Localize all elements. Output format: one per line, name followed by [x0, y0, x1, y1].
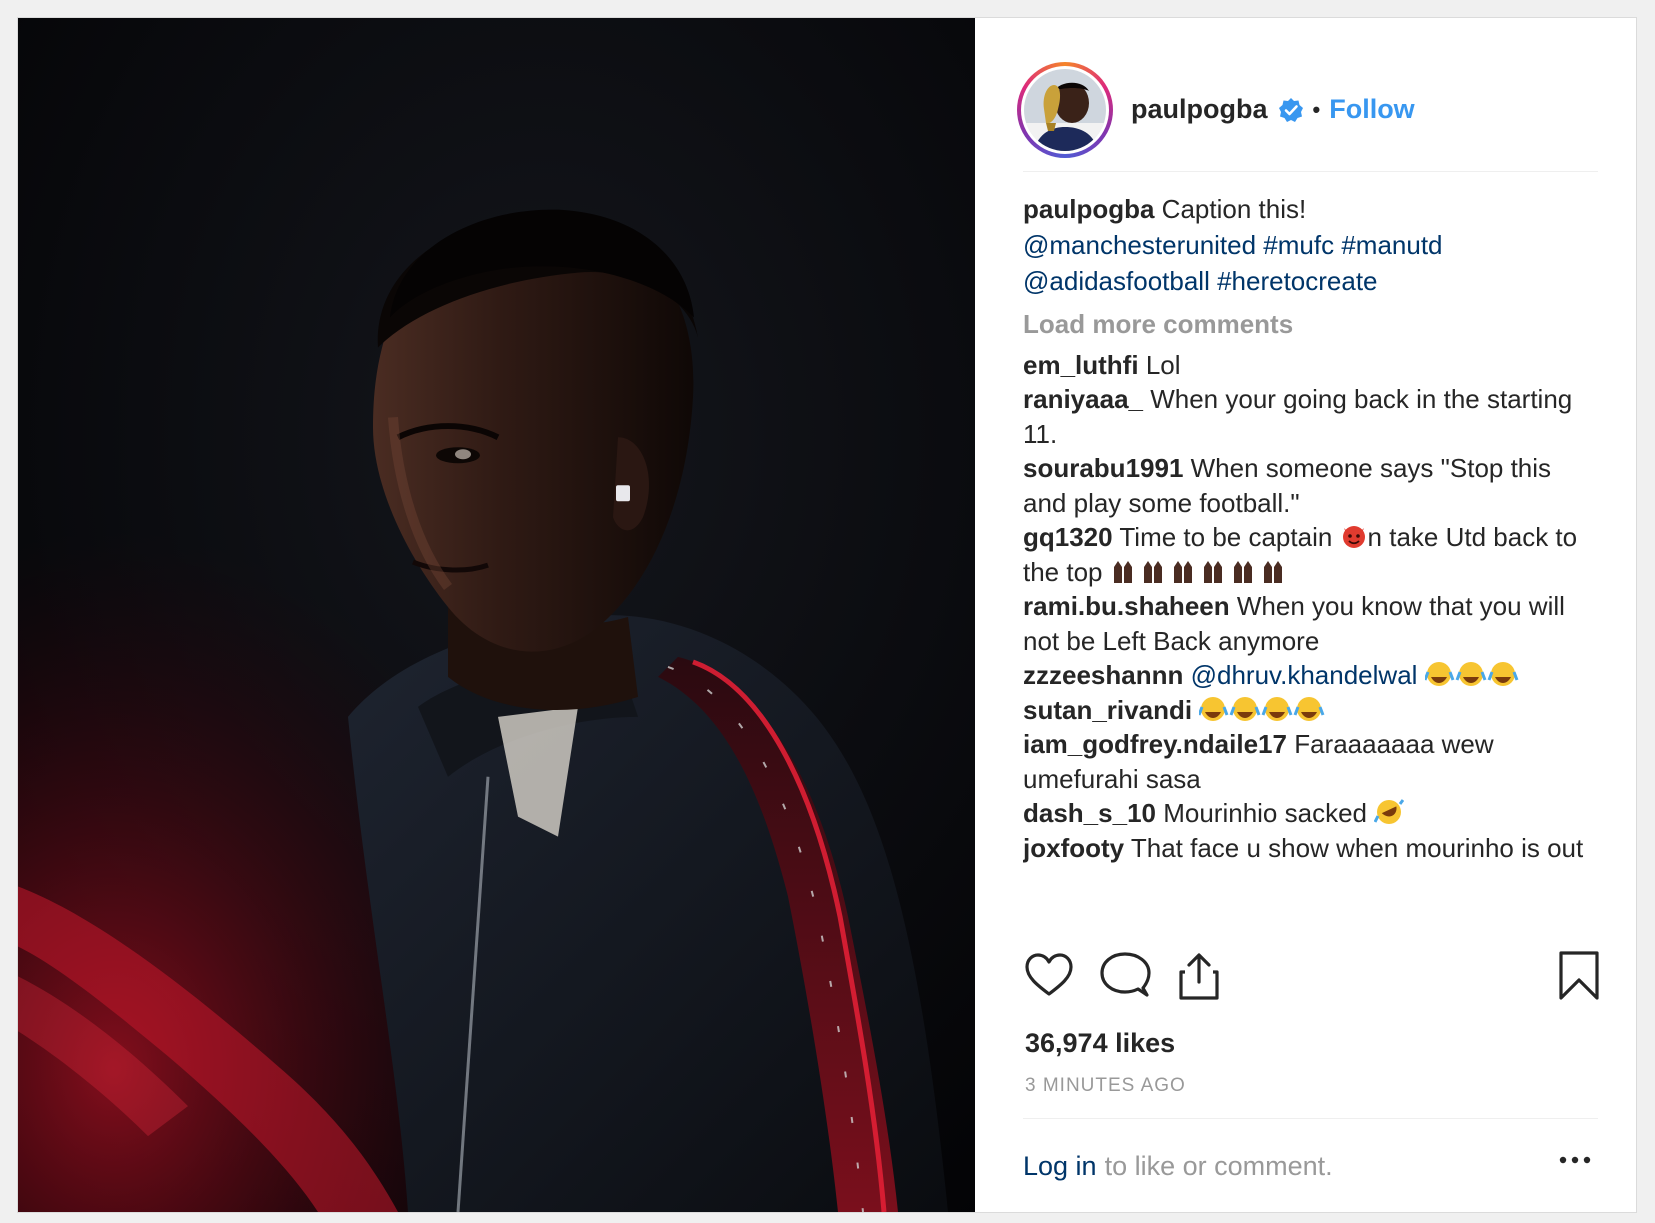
- comment-text: Time to be captain: [1119, 522, 1333, 552]
- comment-username[interactable]: dash_s_10: [1023, 798, 1156, 828]
- avatar-story-ring[interactable]: [1017, 61, 1113, 158]
- caption-text: Caption this!: [1161, 194, 1307, 224]
- comment: raniyaaa_ When your going back in the st…: [1023, 382, 1593, 451]
- comment-username[interactable]: rami.bu.shaheen: [1023, 591, 1230, 621]
- tears-of-joy-emoji-icon: [1424, 662, 1519, 686]
- comment-username[interactable]: sutan_rivandi: [1023, 695, 1192, 725]
- raised-hands-emoji-icon: [1113, 560, 1282, 583]
- share-button[interactable]: [1173, 950, 1225, 1002]
- post-photo: [18, 18, 975, 1212]
- verified-badge-icon: [1278, 97, 1303, 122]
- comment: iam_godfrey.ndaile17 Faraaaaaaa wew umef…: [1023, 727, 1593, 796]
- more-options-icon[interactable]: [1558, 1155, 1592, 1165]
- instagram-post: paulpogba • Follow paulpogba Caption thi…: [17, 17, 1637, 1213]
- comment-mention[interactable]: @dhruv.khandelwal: [1191, 660, 1418, 690]
- separator-dot: •: [1312, 96, 1321, 122]
- comment-username[interactable]: iam_godfrey.ndaile17: [1023, 729, 1287, 759]
- comment-text: Lol: [1145, 349, 1181, 380]
- post-caption: paulpogba Caption this! @manchesterunite…: [1023, 191, 1593, 299]
- comment: em_luthfi Lol: [1023, 348, 1593, 383]
- comments-list[interactable]: paulpogba Caption this! @manchesterunite…: [1023, 191, 1593, 939]
- caption-mentions-line[interactable]: @manchesterunited #mufc #manutd: [1023, 230, 1443, 260]
- avatar: [1024, 68, 1106, 151]
- post-username[interactable]: paulpogba: [1131, 94, 1268, 125]
- share-icon: [1179, 953, 1219, 1000]
- comment: gq1320 Time to be captain n take Utd bac…: [1023, 520, 1593, 589]
- comment: joxfooty That face u show when mourinho …: [1023, 831, 1593, 866]
- load-more-comments-button[interactable]: Load more comments: [1023, 307, 1593, 342]
- comment-username[interactable]: em_luthfi: [1023, 350, 1139, 380]
- login-footer: Log in to like or comment.: [1023, 1118, 1598, 1213]
- rolling-laughing-emoji-icon: [1374, 799, 1405, 824]
- login-link[interactable]: Log in: [1023, 1151, 1097, 1182]
- caption-username[interactable]: paulpogba: [1023, 194, 1154, 224]
- save-button[interactable]: [1553, 950, 1605, 1002]
- comment-username[interactable]: joxfooty: [1023, 833, 1124, 863]
- follow-button[interactable]: Follow: [1329, 94, 1414, 125]
- portrait-image: [18, 18, 975, 1212]
- post-timestamp[interactable]: 3 MINUTES AGO: [1025, 1075, 1186, 1097]
- comment-text: That face u show when mourinho is out: [1130, 832, 1584, 863]
- tears-of-joy-emoji-icon: [1199, 696, 1325, 721]
- post-header: paulpogba • Follow: [1017, 48, 1598, 172]
- action-bar: [1023, 950, 1599, 1010]
- comment-username[interactable]: zzzeeshannn: [1023, 660, 1183, 690]
- comment-icon: [1100, 952, 1151, 997]
- devil-emoji-icon: [1342, 526, 1365, 548]
- comment: rami.bu.shaheen When you know that you w…: [1023, 589, 1593, 658]
- login-prompt-text: to like or comment.: [1104, 1150, 1333, 1181]
- likes-count[interactable]: 36,974 likes: [1025, 1028, 1175, 1059]
- bookmark-icon: [1559, 951, 1599, 1000]
- like-button[interactable]: [1023, 950, 1075, 1002]
- comment-username[interactable]: sourabu1991: [1023, 453, 1183, 483]
- post-side-panel: paulpogba • Follow paulpogba Caption thi…: [975, 18, 1636, 1212]
- comment-username[interactable]: raniyaaa_: [1023, 384, 1143, 414]
- comment-username[interactable]: gq1320: [1023, 522, 1113, 552]
- heart-icon: [1025, 953, 1073, 996]
- comment: zzzeeshannn @dhruv.khandelwal: [1023, 658, 1593, 693]
- comment: sutan_rivandi: [1023, 693, 1593, 728]
- comment: sourabu1991 When someone says "Stop this…: [1023, 451, 1593, 520]
- comment: dash_s_10 Mourinhio sacked: [1023, 796, 1593, 831]
- caption-hashtags-line[interactable]: @adidasfootball #heretocreate: [1023, 266, 1378, 296]
- comment-button[interactable]: [1099, 950, 1151, 1002]
- comment-text: Mourinhio sacked: [1163, 798, 1367, 828]
